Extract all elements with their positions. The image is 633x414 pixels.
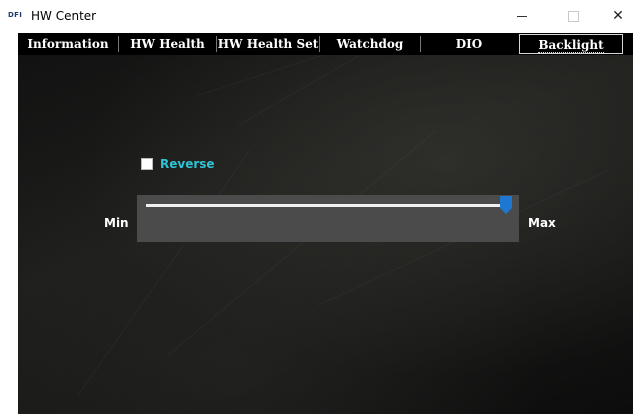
slider-track[interactable] [146,204,510,207]
close-button[interactable]: ✕ [603,5,633,27]
tab-label: HW Health [130,37,205,51]
background-streak [77,149,251,396]
max-label: Max [528,216,556,230]
window-title: HW Center [31,9,97,23]
app-logo: DFI [8,11,23,19]
minimize-icon [517,16,527,17]
tab-bar: Information HW Health HW Health Set Watc… [18,33,633,55]
tab-label: Information [27,37,109,51]
background-streak [197,55,598,96]
slider-thumb[interactable] [500,196,512,214]
tab-label: Backlight [538,38,604,53]
min-label: Min [104,216,129,230]
maximize-icon [567,11,579,22]
title-bar[interactable]: DFI HW Center ✕ [0,0,633,33]
hw-center-window: DFI HW Center ✕ Information HW Health HW… [0,0,633,414]
tab-information[interactable]: Information [18,33,118,55]
tab-hw-health[interactable]: HW Health [119,33,216,55]
tab-hw-health-set[interactable]: HW Health Set [217,33,319,55]
tab-dio[interactable]: DIO [421,33,517,55]
tab-label: HW Health Set [217,37,319,51]
tab-label: DIO [455,37,483,51]
maximize-button[interactable] [558,5,588,27]
backlight-panel: Reverse Min Max [18,55,633,414]
tab-watchdog[interactable]: Watchdog [320,33,420,55]
reverse-label[interactable]: Reverse [160,157,215,171]
backlight-slider[interactable] [137,195,519,242]
reverse-checkbox[interactable] [141,158,153,170]
close-icon: ✕ [612,8,624,24]
tab-backlight[interactable]: Backlight [519,34,623,54]
tab-label: Watchdog [336,37,404,51]
minimize-button[interactable] [507,5,537,27]
